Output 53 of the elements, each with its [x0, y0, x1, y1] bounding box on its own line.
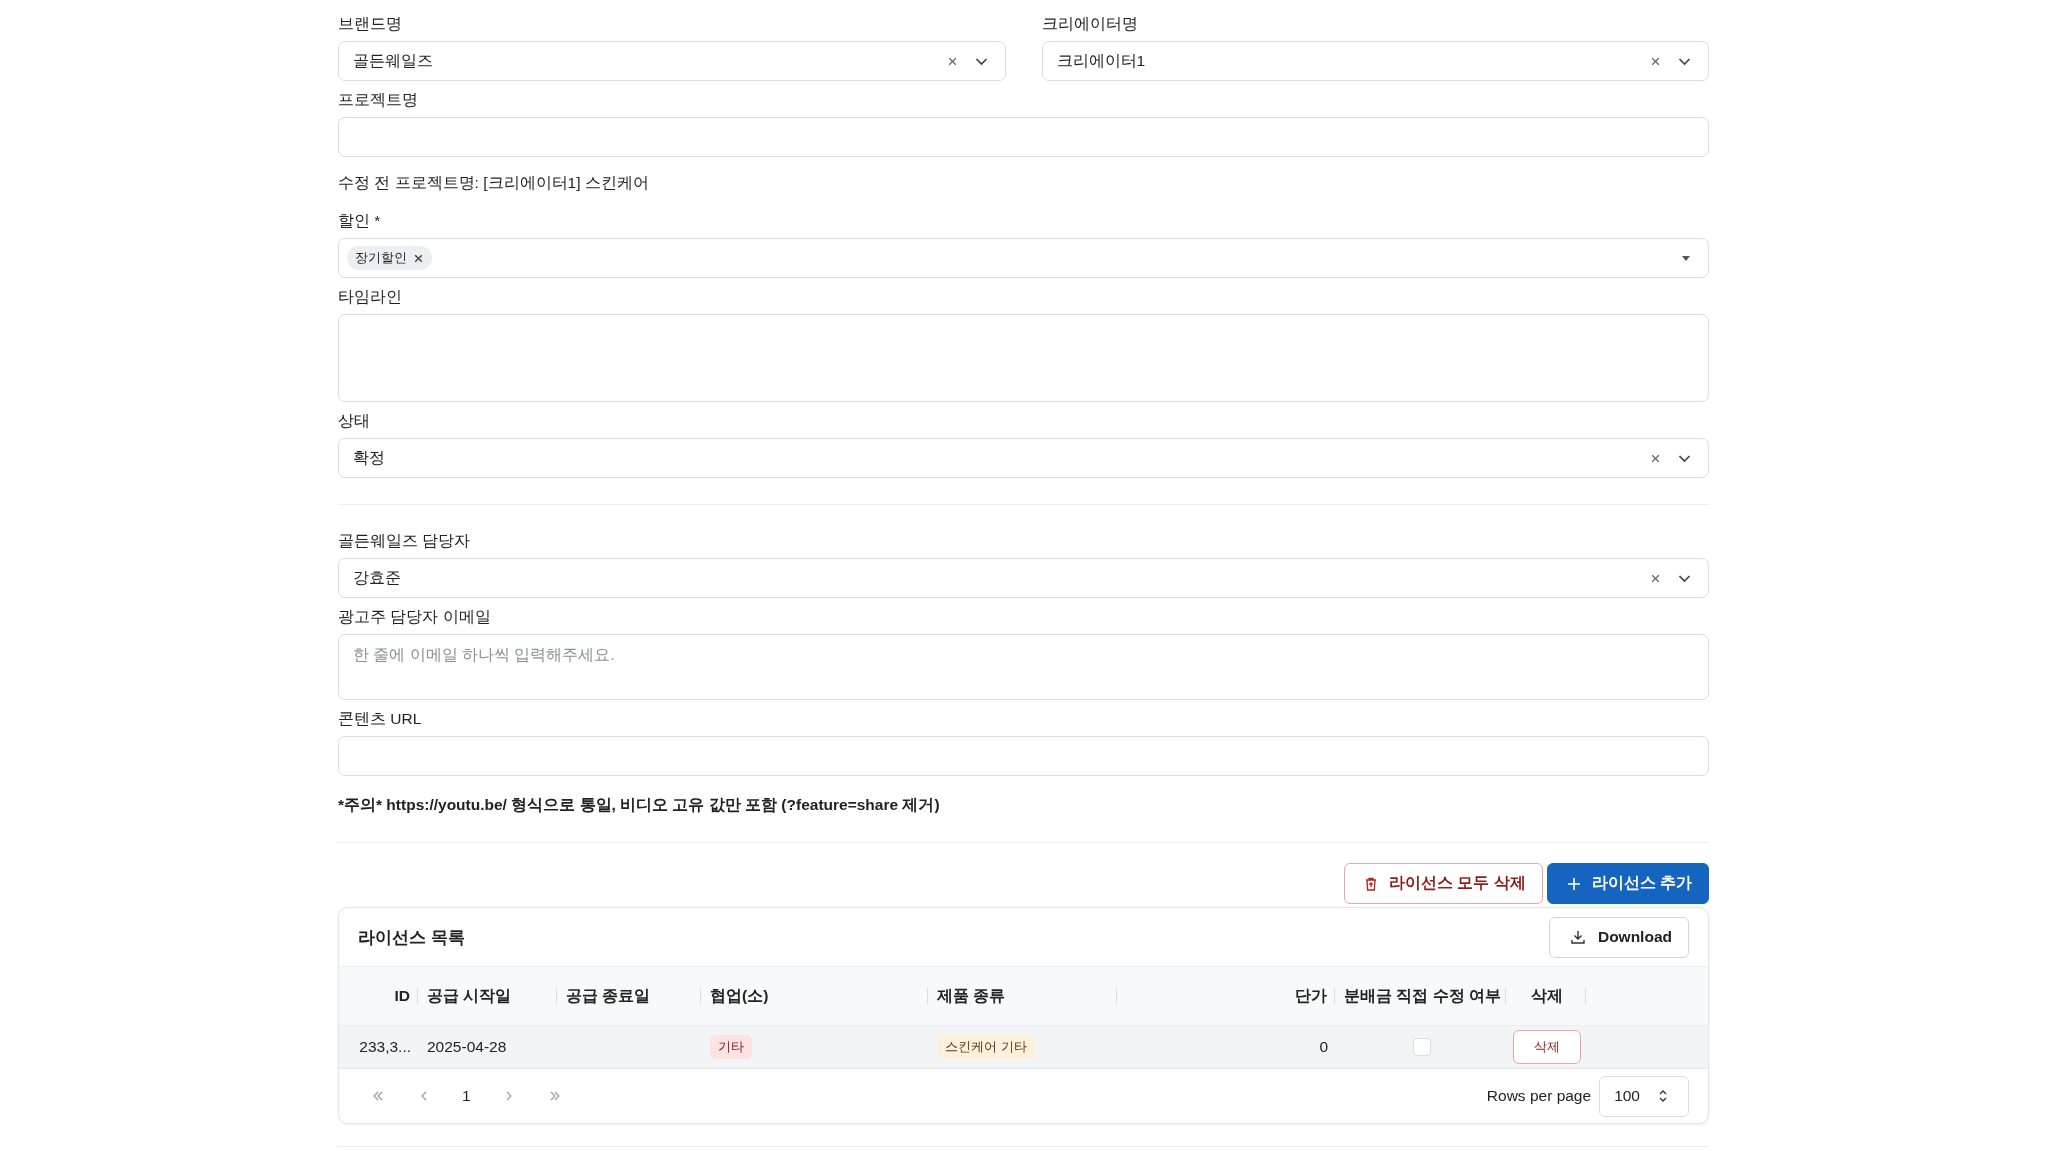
field-label: 크리에이터명	[1041, 14, 1138, 34]
select-field[interactable]: 강효준	[338, 558, 1709, 598]
input-field[interactable]	[338, 736, 1709, 776]
delete-all-button[interactable]: 라이선스 모두 삭제	[1344, 863, 1543, 904]
tag: 스킨케어 기타	[937, 1035, 1035, 1059]
rows-per-page-label: Rows per page	[1486, 1087, 1592, 1105]
column-header: 공급 시작일	[427, 985, 512, 1006]
column-header: 협업(소)	[710, 985, 769, 1006]
column-header: 제품 종류	[937, 985, 1006, 1006]
table-cell: 0	[1319, 1038, 1328, 1056]
field-label: 할인 *	[338, 211, 381, 231]
dropdown-arrow-icon[interactable]	[1682, 255, 1690, 261]
table-cell: 233,3...	[359, 1038, 411, 1056]
column-header: ID	[394, 987, 410, 1005]
checkbox[interactable]	[1412, 1038, 1431, 1056]
clear-icon[interactable]	[1650, 55, 1661, 67]
clear-icon[interactable]	[1650, 572, 1661, 584]
textarea-field[interactable]: 한 줄에 이메일 하나씩 입력해주세요.	[338, 634, 1709, 700]
column-header: 단가	[1295, 985, 1327, 1006]
input-field[interactable]	[338, 117, 1709, 157]
column-header: 공급 종료일	[566, 985, 651, 1006]
field-label: 광고주 담당자 이메일	[338, 607, 491, 627]
field-label: 상태	[338, 411, 370, 431]
rows-per-page-select[interactable]: 100	[1599, 1075, 1689, 1117]
up-down-chevron-icon	[1658, 1088, 1668, 1104]
add-button[interactable]: 라이선스 추가	[1546, 863, 1709, 904]
select-field[interactable]: 골든웨일즈	[338, 41, 1006, 81]
download-button[interactable]: Download	[1548, 916, 1689, 958]
table-cell: 2025-04-28	[427, 1038, 507, 1056]
notice-text: *주의* https://youtu.be/ 형식으로 통일, 비디오 고유 값만 포함 (?feature=share 제거)	[338, 795, 940, 815]
tag: 기타	[710, 1035, 752, 1059]
field-label: 콘텐츠 URL	[338, 709, 422, 729]
download-icon	[1569, 929, 1586, 945]
field-label: 브랜드명	[338, 14, 402, 34]
field-label: 골든웨일즈 담당자	[338, 531, 471, 551]
tag-chip[interactable]: 장기할인	[347, 246, 432, 270]
column-header: 분배금 직접 수정 여부	[1344, 985, 1501, 1006]
delete-button[interactable]: 삭제	[1513, 1030, 1581, 1064]
clear-icon[interactable]	[1650, 452, 1661, 464]
field-label: 프로젝트명	[338, 90, 418, 110]
remove-icon[interactable]	[413, 252, 424, 264]
card-title: 라이선스 목록	[358, 926, 465, 949]
multi-select-field[interactable]: 장기할인	[338, 238, 1709, 278]
column-header: 삭제	[1530, 985, 1563, 1006]
page-number[interactable]: 1	[462, 1087, 471, 1105]
clear-icon[interactable]	[946, 55, 958, 67]
select-field[interactable]: 크리에이터1	[1041, 41, 1709, 81]
plus-icon	[1565, 875, 1582, 892]
field-label: 타임라인	[338, 287, 402, 307]
previous-project-name: 수정 전 프로젝트명: [크리에이터1] 스킨케어	[338, 173, 649, 193]
table-row[interactable]: 233,3... 2025-04-28 기타 스킨케어 기타 0 삭제	[339, 1025, 1708, 1069]
textarea-field[interactable]	[338, 314, 1709, 402]
select-field[interactable]: 확정	[338, 438, 1709, 478]
